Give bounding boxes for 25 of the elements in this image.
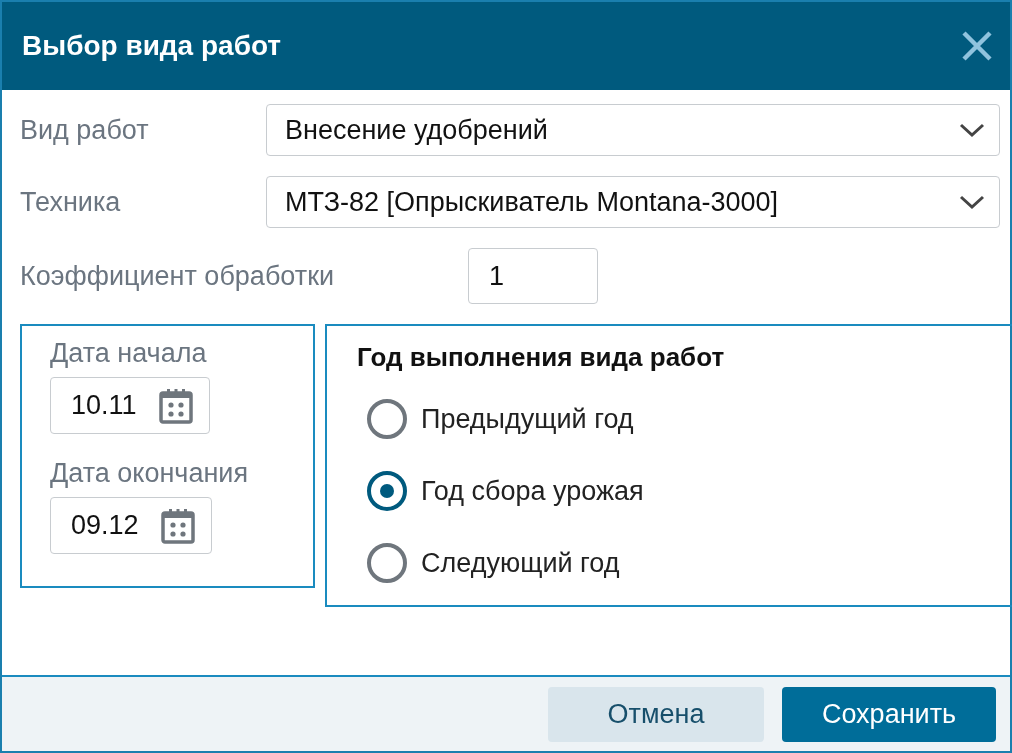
calendar-icon[interactable]: [160, 507, 195, 544]
window-title: Выбор вида работ: [22, 30, 282, 62]
date-field[interactable]: 10.11: [50, 377, 210, 434]
field-label: Дата начала: [50, 338, 208, 369]
radio-icon[interactable]: [367, 543, 407, 583]
field-label: Вид работ: [20, 114, 150, 146]
radio-option[interactable]: Следующий год: [367, 527, 1012, 599]
date-field[interactable]: 09.12: [50, 497, 212, 554]
dropdown-field[interactable]: Внесение удобрений: [266, 104, 1000, 156]
radio-icon[interactable]: [367, 399, 407, 439]
radio-icon[interactable]: [367, 471, 407, 511]
cancel-button[interactable]: Отмена: [548, 686, 764, 742]
input-field[interactable]: 1: [468, 248, 598, 304]
field-label: Дата окончания: [50, 458, 250, 489]
field-label: Коэффициент обработки: [20, 260, 336, 292]
calendar-icon[interactable]: [158, 387, 193, 424]
field-label: Техника: [20, 186, 122, 218]
chevron-down-icon: [959, 194, 985, 210]
close-button[interactable]: [960, 29, 994, 63]
save-button[interactable]: Сохранить: [782, 686, 996, 742]
group-title: Год выполнения вида работ: [357, 342, 726, 373]
radio-option[interactable]: Предыдущий год: [367, 383, 1012, 455]
radio-option[interactable]: Год сбора урожая: [367, 455, 1012, 527]
chevron-down-icon: [959, 122, 985, 138]
dropdown-field[interactable]: МТЗ-82 [Опрыскиватель Montana-3000]: [266, 176, 1000, 228]
